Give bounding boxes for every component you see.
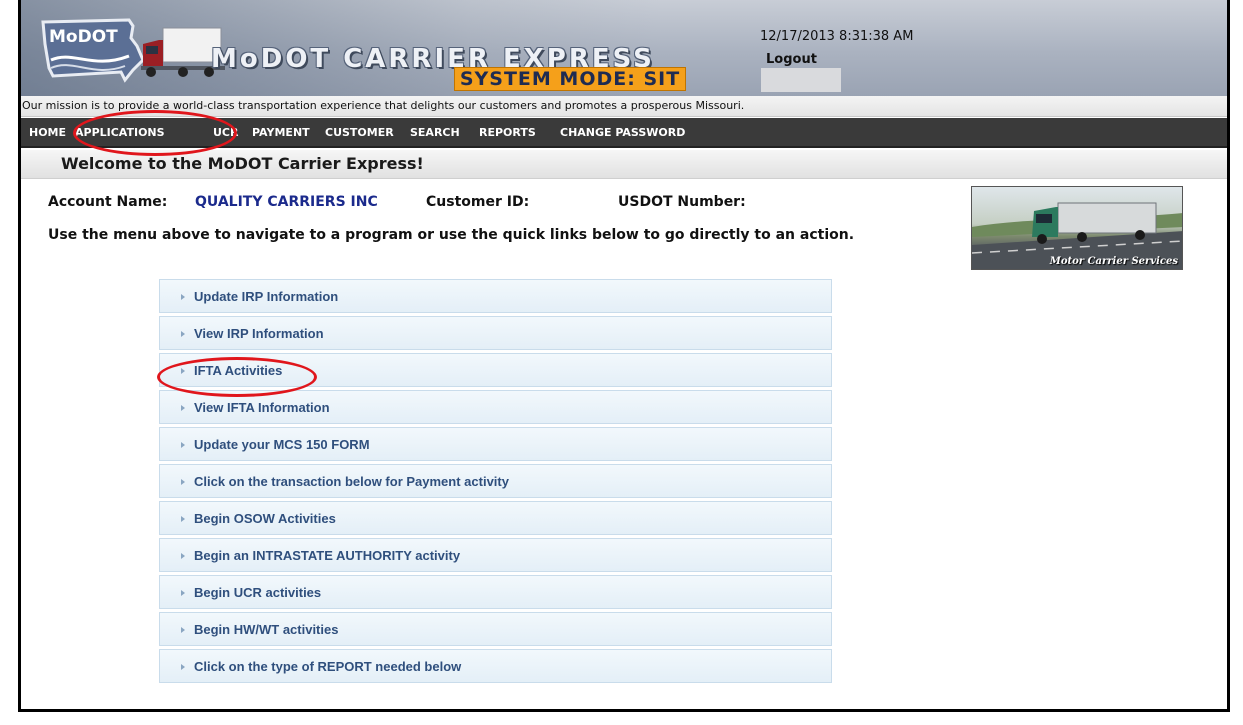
- nav-ucr[interactable]: UCR: [213, 118, 238, 148]
- quick-link-ifta-activities[interactable]: IFTA Activities: [159, 353, 832, 387]
- user-name-field: [761, 68, 841, 92]
- caret-right-icon: [181, 590, 185, 596]
- motor-carrier-services-image: Motor Carrier Services: [971, 186, 1183, 270]
- quick-link-label: Begin OSOW Activities: [194, 511, 336, 526]
- account-name-value: QUALITY CARRIERS INC: [195, 194, 378, 210]
- timestamp: 12/17/2013 8:31:38 AM: [760, 29, 914, 44]
- caret-right-icon: [181, 331, 185, 337]
- caret-right-icon: [181, 664, 185, 670]
- nav-change-password[interactable]: CHANGE PASSWORD: [560, 118, 685, 148]
- caret-right-icon: [181, 627, 185, 633]
- nav-payment[interactable]: PAYMENT: [252, 118, 310, 148]
- quick-link-view-ifta[interactable]: View IFTA Information: [159, 390, 832, 424]
- customer-id-label: Customer ID:: [426, 194, 530, 210]
- quick-link-label: Update IRP Information: [194, 289, 339, 304]
- quick-link-report[interactable]: Click on the type of REPORT needed below: [159, 649, 832, 683]
- logout-link[interactable]: Logout: [766, 52, 817, 67]
- header-banner: MoDOT MoDOT CARRIER EXPRESS SYSTEM MODE:…: [21, 0, 1227, 96]
- quick-link-view-irp[interactable]: View IRP Information: [159, 316, 832, 350]
- quick-link-hw-wt[interactable]: Begin HW/WT activities: [159, 612, 832, 646]
- nav-home[interactable]: HOME: [29, 118, 66, 148]
- caret-right-icon: [181, 405, 185, 411]
- logo-text: MoDOT: [49, 27, 118, 47]
- quick-link-label: Click on the type of REPORT needed below: [194, 659, 462, 674]
- page-title: Welcome to the MoDOT Carrier Express!: [61, 154, 424, 173]
- quick-link-label: Update your MCS 150 FORM: [194, 437, 370, 452]
- nav-search[interactable]: SEARCH: [410, 118, 460, 148]
- quick-link-payment[interactable]: Click on the transaction below for Payme…: [159, 464, 832, 498]
- quick-link-label: Begin an INTRASTATE AUTHORITY activity: [194, 548, 461, 563]
- caret-right-icon: [181, 553, 185, 559]
- account-name-label: Account Name:: [48, 194, 168, 210]
- main-nav: HOME APPLICATIONS UCR PAYMENT CUSTOMER S…: [21, 118, 1227, 148]
- quick-link-mcs-150[interactable]: Update your MCS 150 FORM: [159, 427, 832, 461]
- quick-link-label: View IRP Information: [194, 326, 324, 341]
- quick-link-label: Begin UCR activities: [194, 585, 322, 600]
- quick-link-label: Click on the transaction below for Payme…: [194, 474, 509, 489]
- caret-right-icon: [181, 368, 185, 374]
- usdot-number-label: USDOT Number:: [618, 194, 746, 210]
- quick-link-intrastate-authority[interactable]: Begin an INTRASTATE AUTHORITY activity: [159, 538, 832, 572]
- caret-right-icon: [181, 516, 185, 522]
- nav-reports[interactable]: REPORTS: [479, 118, 536, 148]
- nav-customer[interactable]: CUSTOMER: [325, 118, 394, 148]
- mission-statement: Our mission is to provide a world-class …: [21, 96, 1227, 117]
- quick-link-label: Begin HW/WT activities: [194, 622, 339, 637]
- quick-link-osow[interactable]: Begin OSOW Activities: [159, 501, 832, 535]
- quick-links-list: Update IRP Information View IRP Informat…: [159, 279, 832, 686]
- system-mode-badge: SYSTEM MODE: SIT: [454, 67, 686, 91]
- quick-link-update-irp[interactable]: Update IRP Information: [159, 279, 832, 313]
- image-caption: Motor Carrier Services: [1049, 256, 1178, 267]
- quick-link-label: IFTA Activities: [194, 363, 283, 378]
- welcome-bar: Welcome to the MoDOT Carrier Express!: [21, 150, 1227, 179]
- caret-right-icon: [181, 294, 185, 300]
- nav-applications[interactable]: APPLICATIONS: [75, 118, 165, 148]
- page-frame: MoDOT MoDOT CARRIER EXPRESS SYSTEM MODE:…: [18, 0, 1230, 712]
- caret-right-icon: [181, 442, 185, 448]
- instructions-text: Use the menu above to navigate to a prog…: [48, 227, 855, 243]
- quick-link-ucr[interactable]: Begin UCR activities: [159, 575, 832, 609]
- quick-link-label: View IFTA Information: [194, 400, 330, 415]
- caret-right-icon: [181, 479, 185, 485]
